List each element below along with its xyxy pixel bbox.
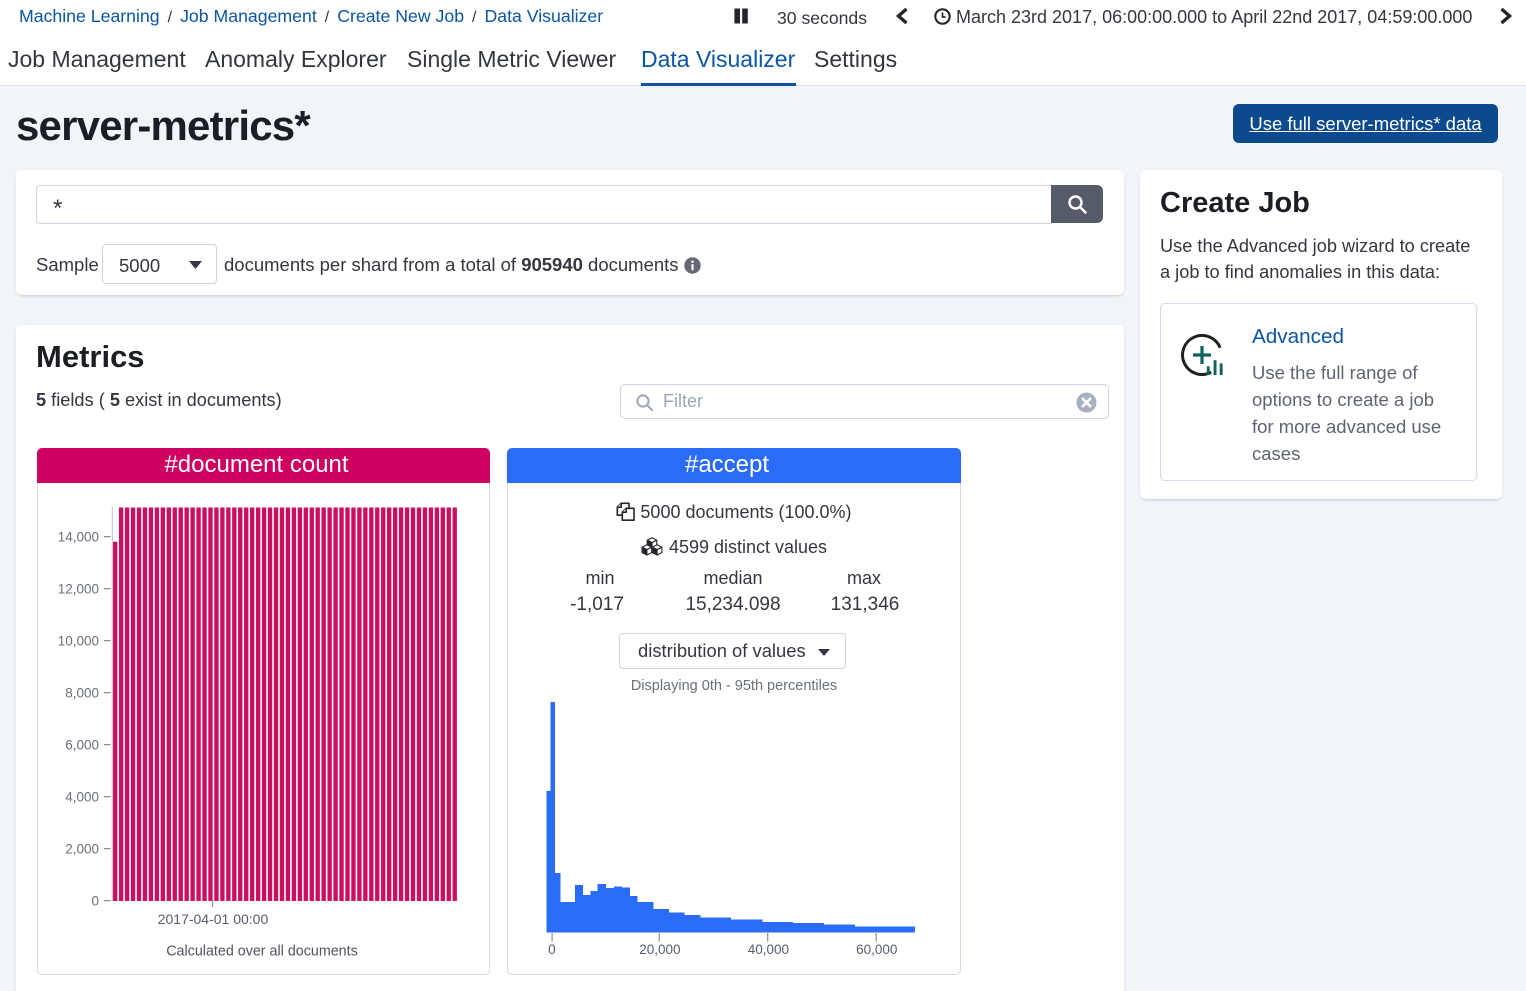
svg-text:Calculated over all documents: Calculated over all documents [166, 943, 358, 959]
svg-text:0: 0 [548, 942, 556, 957]
svg-text:12,000: 12,000 [58, 582, 99, 597]
svg-text:6,000: 6,000 [65, 738, 99, 753]
svg-text:20,000: 20,000 [639, 942, 680, 957]
svg-text:0: 0 [91, 894, 99, 909]
svg-text:10,000: 10,000 [58, 634, 99, 649]
svg-text:4,000: 4,000 [65, 790, 99, 805]
svg-text:2017-04-01 00:00: 2017-04-01 00:00 [158, 911, 269, 927]
svg-text:8,000: 8,000 [65, 686, 99, 701]
svg-text:14,000: 14,000 [58, 530, 99, 545]
svg-text:60,000: 60,000 [856, 942, 897, 957]
svg-text:40,000: 40,000 [748, 942, 789, 957]
svg-text:2,000: 2,000 [65, 842, 99, 857]
